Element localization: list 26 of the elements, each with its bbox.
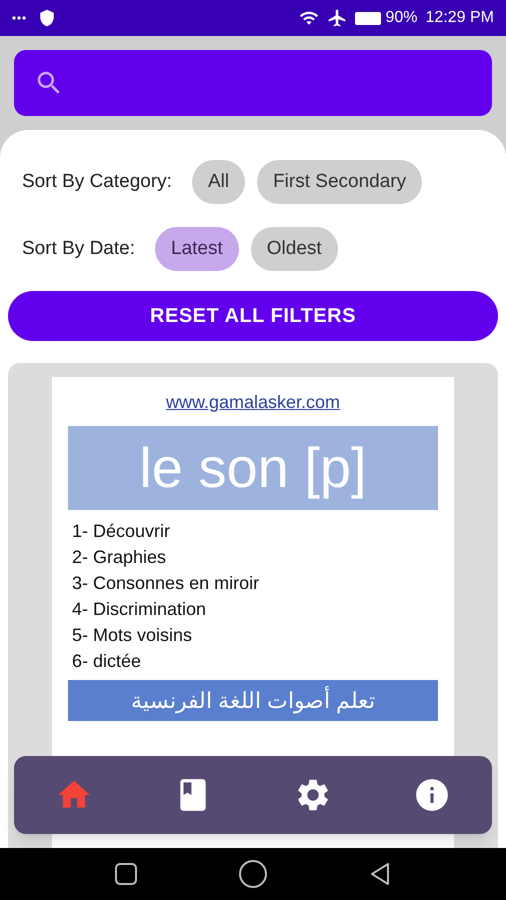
lesson-item: 6- dictée (71, 650, 142, 673)
home-icon (239, 860, 267, 888)
filter-chip[interactable]: Oldest (250, 227, 338, 271)
lesson-item: 1- Découvrir (71, 520, 172, 543)
lesson-item: 3- Consonnes en miroir (71, 572, 260, 595)
more-icon (12, 16, 26, 20)
reset-filters-button[interactable]: RESET ALL FILTERS (8, 291, 498, 341)
filter-chip[interactable]: All (192, 160, 246, 204)
lesson-item: 5- Mots voisins (71, 624, 194, 647)
website-link[interactable]: www.gamalasker.com (166, 389, 340, 416)
lesson-item: 4- Discrimination (71, 598, 208, 621)
airplane-icon (327, 8, 348, 28)
lesson-item: 2- Graphies (71, 546, 168, 569)
shield-icon (38, 9, 56, 27)
battery-icon (355, 12, 382, 24)
back-icon (369, 862, 391, 886)
search-field[interactable] (14, 50, 492, 116)
filter-chip[interactable]: First Secondary (257, 160, 422, 204)
battery-level: 90% (385, 8, 418, 28)
recents-icon (115, 863, 137, 885)
clock: 12:29 PM (426, 8, 494, 28)
category-label: Sort By Category: (22, 170, 172, 194)
date-label: Sort By Date: (22, 236, 135, 261)
title-banner: le son [p] (68, 426, 438, 510)
filter-chip[interactable]: Latest (155, 227, 239, 271)
arabic-banner: تعلم أصوات اللغة الفرنسية (68, 680, 438, 721)
